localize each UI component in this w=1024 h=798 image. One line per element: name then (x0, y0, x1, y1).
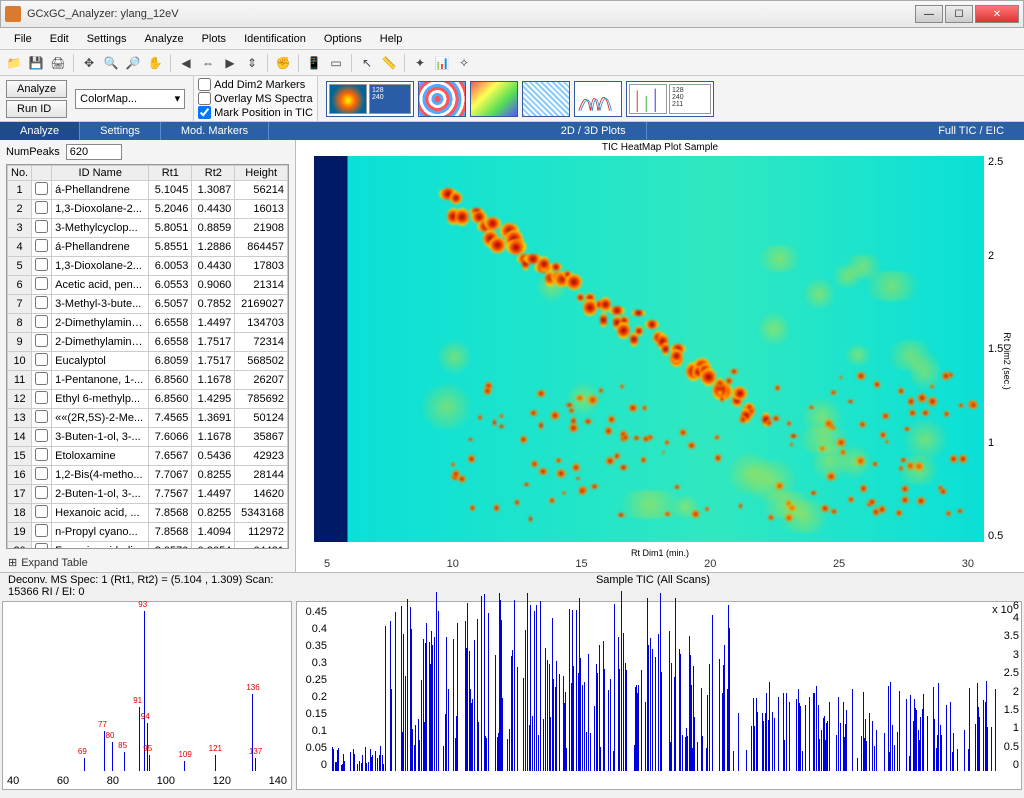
table-row[interactable]: 73-Methyl-3-bute...6.50570.78522169027 (8, 295, 288, 314)
ms-xaxis: 406080100120140 (7, 775, 287, 787)
tic-title: Sample TIC (All Scans) (290, 574, 1016, 598)
rect-icon[interactable]: ▭ (326, 53, 346, 73)
zoom-in-icon[interactable]: 🔍 (101, 53, 121, 73)
menu-analyze[interactable]: Analyze (136, 31, 191, 47)
menu-settings[interactable]: Settings (79, 31, 135, 47)
band-full-tic-eic[interactable]: Full TIC / EIC (918, 122, 1024, 140)
thumb-heatmap-pair[interactable]: 128240 (326, 81, 414, 117)
checkbox-group: Add Dim2 MarkersOverlay MS SpectraMark P… (193, 75, 318, 122)
menubar: FileEditSettingsAnalyzePlotsIdentificati… (0, 28, 1024, 50)
ruler-icon[interactable]: 📏 (379, 53, 399, 73)
numpeaks-input[interactable] (66, 144, 122, 160)
check-1[interactable]: Overlay MS Spectra (198, 92, 313, 105)
ms-spectrum-plot[interactable]: 406080100120140 697780859193949510912113… (2, 601, 292, 790)
section-band: AnalyzeSettingsMod. Markers 2D / 3D Plots… (0, 122, 1024, 140)
tic-yaxis-left: 0.450.40.350.30.250.20.150.10.050 (299, 606, 327, 771)
analyze-button[interactable]: Analyze (6, 80, 67, 98)
table-row[interactable]: 111-Pentanone, 1-...6.85601.167826207 (8, 371, 288, 390)
tic-yaxis-right: 43.532.521.510.50 (997, 612, 1019, 771)
save-icon[interactable]: 💾 (26, 53, 46, 73)
control-panel: Analyze Run ID ColorMap... ▾ Add Dim2 Ma… (0, 76, 1024, 122)
heatmap-xlabel: Rt Dim1 (min.) (631, 548, 689, 558)
arrows-icon[interactable]: ✥ (79, 53, 99, 73)
table-row[interactable]: 20Fumaric acid, di...8.05700.805464481 (8, 542, 288, 550)
chevron-down-icon: ▾ (175, 92, 181, 105)
table-row[interactable]: 10Eucalyptol6.80591.7517568502 (8, 352, 288, 371)
hand-icon[interactable]: ✋ (145, 53, 165, 73)
table-row[interactable]: 172-Buten-1-ol, 3-...7.75671.449714620 (8, 485, 288, 504)
app-icon (5, 6, 21, 22)
window-title: GCxGC_Analyzer: ylang_12eV (27, 8, 915, 20)
grab-icon[interactable]: ✊ (273, 53, 293, 73)
band--d-d-plots[interactable]: 2D / 3D Plots (541, 122, 646, 140)
star-red-icon[interactable]: ✦ (410, 53, 430, 73)
close-button[interactable]: ✕ (975, 5, 1019, 23)
cursor-icon[interactable]: ↖ (357, 53, 377, 73)
runid-button[interactable]: Run ID (6, 100, 67, 118)
heatmap-title: TIC HeatMap Plot Sample (296, 140, 1024, 155)
table-row[interactable]: 21,3-Dioxolane-2...5.20460.443016013 (8, 200, 288, 219)
table-row[interactable]: 92-Dimethylamino...6.65581.751772314 (8, 333, 288, 352)
band-mod-markers[interactable]: Mod. Markers (161, 122, 268, 140)
table-row[interactable]: 51,3-Dioxolane-2...6.00530.443017803 (8, 257, 288, 276)
phone-icon[interactable]: 📱 (304, 53, 324, 73)
expand-icon: ⊞ (8, 556, 17, 569)
thumb-overlay[interactable] (574, 81, 622, 117)
left-icon[interactable]: ◀ (176, 53, 196, 73)
heatmap-plot[interactable] (314, 156, 984, 542)
table-row[interactable]: 82-Dimethylamino...6.65581.4497134703 (8, 314, 288, 333)
left-panel: NumPeaks No.ID NameRt1Rt2Height1á-Phella… (0, 140, 296, 572)
zoom-out-icon[interactable]: 🔎 (123, 53, 143, 73)
toolbar: 📁💾🖨 ✥🔍🔎✋ ◀⇔▶⇕ ✊ 📱▭ ↖📏 ✦📊✧ (0, 50, 1024, 76)
table-row[interactable]: 33-Methylcyclop...5.80510.885921908 (8, 219, 288, 238)
thumb-surface[interactable] (470, 81, 518, 117)
check-2[interactable]: Mark Position in TIC (198, 106, 313, 119)
h-expand-icon[interactable]: ⇔ (198, 53, 218, 73)
thumb-mesh[interactable] (522, 81, 570, 117)
check-0[interactable]: Add Dim2 Markers (198, 78, 313, 91)
tic-plot[interactable]: 0.450.40.350.30.250.20.150.10.050 x 106 … (296, 601, 1022, 790)
bottom-panel: Deconv. MS Spec: 1 (Rt1, Rt2) = (5.104 ,… (0, 572, 1024, 792)
right-icon[interactable]: ▶ (220, 53, 240, 73)
table-row[interactable]: 161,2-Bis(4-metho...7.70670.825528144 (8, 466, 288, 485)
star-blue-icon[interactable]: ✧ (454, 53, 474, 73)
table-row[interactable]: 12Ethyl 6-methylp...6.85601.4295785692 (8, 390, 288, 409)
heatmap-panel[interactable]: TIC HeatMap Plot Sample 2.521.510.5 Rt D… (296, 140, 1024, 572)
menu-identification[interactable]: Identification (236, 31, 314, 47)
menu-options[interactable]: Options (316, 31, 370, 47)
window-titlebar: GCxGC_Analyzer: ylang_12eV — ☐ ✕ (0, 0, 1024, 28)
chart-icon[interactable]: 📊 (432, 53, 452, 73)
table-row[interactable]: 143-Buten-1-ol, 3-...7.60661.167835867 (8, 428, 288, 447)
numpeaks-label: NumPeaks (6, 146, 60, 158)
ms-title: Deconv. MS Spec: 1 (Rt1, Rt2) = (5.104 ,… (8, 574, 290, 598)
expand-table-button[interactable]: ⊞ Expand Table (0, 553, 295, 572)
heatmap-ylabel: Rt Dim2 (sec.) (1002, 332, 1012, 390)
table-row[interactable]: 1á-Phellandrene5.10451.308756214 (8, 181, 288, 200)
folder-icon[interactable]: 📁 (4, 53, 24, 73)
band-settings[interactable]: Settings (80, 122, 160, 140)
h-collapse-icon[interactable]: ⇕ (242, 53, 262, 73)
peak-table[interactable]: No.ID NameRt1Rt2Height1á-Phellandrene5.1… (6, 164, 289, 549)
table-row[interactable]: 18Hexanoic acid, ...7.85680.82555343168 (8, 504, 288, 523)
menu-edit[interactable]: Edit (42, 31, 77, 47)
print-icon[interactable]: 🖨 (48, 53, 68, 73)
table-row[interactable]: 19n-Propyl cyano...7.85681.4094112972 (8, 523, 288, 542)
menu-file[interactable]: File (6, 31, 40, 47)
menu-help[interactable]: Help (372, 31, 411, 47)
expand-label: Expand Table (21, 557, 87, 569)
colormap-value: ColorMap... (80, 93, 137, 105)
table-row[interactable]: 4á-Phellandrene5.85511.2886864457 (8, 238, 288, 257)
heatmap-xaxis: 51015202530 (314, 558, 984, 570)
table-row[interactable]: 15Etoloxamine7.65670.543642923 (8, 447, 288, 466)
plot-thumbnails: 128240 128240211 (326, 81, 714, 117)
table-row[interactable]: 13««(2R,5S)-2-Me...7.45651.369150124 (8, 409, 288, 428)
band-analyze[interactable]: Analyze (0, 122, 79, 140)
thumb-contour[interactable] (418, 81, 466, 117)
colormap-dropdown[interactable]: ColorMap... ▾ (75, 89, 185, 109)
maximize-button[interactable]: ☐ (945, 5, 973, 23)
menu-plots[interactable]: Plots (194, 31, 234, 47)
minimize-button[interactable]: — (915, 5, 943, 23)
thumb-tic-pair[interactable]: 128240211 (626, 81, 714, 117)
table-row[interactable]: 6Acetic acid, pen...6.05530.906021314 (8, 276, 288, 295)
